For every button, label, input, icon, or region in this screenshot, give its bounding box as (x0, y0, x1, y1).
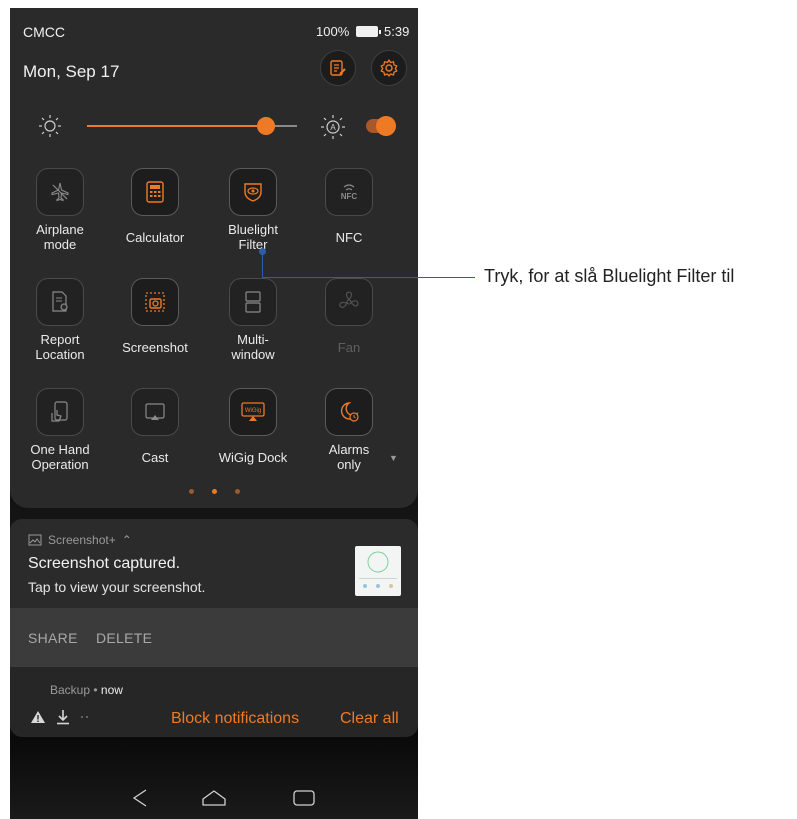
tile-airplane-mode[interactable]: Airplane mode (12, 168, 108, 278)
backup-separator: • (90, 683, 101, 697)
edit-button[interactable] (320, 50, 356, 86)
backup-app-name: Backup (50, 683, 91, 697)
tile-nfc[interactable]: NFC NFC (301, 168, 397, 278)
nfc-icon: NFC (325, 168, 373, 216)
clear-all-button[interactable]: Clear all (340, 710, 399, 728)
tile-multi-window[interactable]: Multi- window (205, 278, 301, 388)
tile-label: One Hand Operation (30, 442, 90, 472)
notification-app-name: Screenshot+ (48, 533, 116, 547)
auto-brightness-icon: A (321, 115, 345, 139)
tile-label: NFC (335, 230, 363, 245)
edit-icon (330, 60, 346, 76)
svg-text:NFC: NFC (341, 192, 358, 201)
quick-settings-panel: CMCC 100% 5:39 Mon, Sep 17 A Airplane mo… (10, 8, 418, 508)
share-button[interactable]: SHARE (28, 630, 78, 646)
eye-shield-icon (229, 168, 277, 216)
one-hand-icon (36, 388, 84, 436)
phone-screen: CMCC 100% 5:39 Mon, Sep 17 A Airplane mo… (10, 8, 418, 819)
callout-line-horizontal (262, 277, 475, 278)
cast-icon (131, 388, 179, 436)
back-button[interactable] (124, 784, 156, 812)
home-button[interactable] (198, 784, 230, 812)
status-clock: 5:39 (384, 24, 410, 39)
carrier-name: CMCC (23, 24, 65, 40)
brightness-low-icon (39, 115, 61, 137)
callout-line-vertical (262, 252, 263, 278)
tile-cast[interactable]: Cast (107, 388, 203, 498)
chevron-up-icon[interactable]: ⌃ (122, 533, 132, 547)
settings-button[interactable] (371, 50, 407, 86)
notification-title: Screenshot captured. (28, 555, 181, 572)
block-notifications-button[interactable]: Block notifications (171, 710, 299, 728)
brightness-slider[interactable] (87, 117, 297, 135)
notification-icons (30, 709, 90, 725)
calculator-icon (131, 168, 179, 216)
notification-actions: SHARE DELETE (10, 608, 418, 667)
tile-one-hand-operation[interactable]: One Hand Operation (12, 388, 108, 498)
navigation-bar (10, 776, 418, 819)
svg-text:WiGig: WiGig (245, 408, 261, 414)
backup-notification[interactable]: Backup • now Block notifications Clear a… (10, 667, 418, 737)
page-indicator (10, 489, 418, 494)
notification-text: Tap to view your screenshot. (28, 579, 206, 595)
multi-window-icon (229, 278, 277, 326)
tile-label: Calculator (125, 230, 185, 245)
tile-label: Airplane mode (36, 222, 84, 252)
tile-wigig-dock[interactable]: WiGig WiGig Dock (205, 388, 301, 498)
brightness-slider-thumb[interactable] (256, 117, 275, 135)
backup-time: now (100, 683, 123, 697)
airplane-icon (36, 168, 84, 216)
tile-label: Cast (141, 450, 169, 465)
alarms-only-icon (325, 388, 373, 436)
download-icon (57, 710, 69, 725)
tile-label: Screenshot (122, 340, 188, 355)
auto-brightness-toggle-knob (376, 116, 396, 136)
back-icon (132, 789, 147, 807)
tile-report-location[interactable]: Report Location (12, 278, 108, 388)
more-dots-icon (81, 716, 88, 718)
callout-text: Tryk, for at slå Bluelight Filter til (484, 266, 735, 286)
fan-icon (325, 278, 373, 326)
gear-icon (380, 59, 398, 77)
page-dot-active (211, 489, 217, 494)
tile-label: Report Location (35, 332, 85, 362)
page-dot (234, 489, 240, 494)
tile-label: Bluelight Filter (228, 222, 278, 252)
recents-button[interactable] (288, 784, 320, 812)
tile-calculator[interactable]: Calculator (107, 168, 203, 278)
tile-fan[interactable]: Fan (301, 278, 397, 388)
date-label: Mon, Sep 17 (23, 62, 120, 81)
wigig-dock-icon: WiGig (229, 388, 277, 436)
status-bar: CMCC 100% 5:39 (10, 8, 418, 48)
svg-text:A: A (330, 123, 336, 132)
screenshot-notification[interactable]: Screenshot+ ⌃ Screenshot captured. Tap t… (10, 519, 418, 667)
delete-button[interactable]: DELETE (96, 630, 152, 646)
home-icon (202, 790, 226, 806)
tile-screenshot[interactable]: Screenshot (107, 278, 203, 388)
notification-header: Screenshot+ ⌃ (28, 533, 132, 547)
tile-label: Fan (337, 340, 361, 355)
expand-arrow-icon[interactable]: ▼ (389, 453, 398, 463)
brightness-slider-fill (87, 125, 266, 127)
tile-label: Alarms only (328, 442, 370, 472)
battery-percent: 100% (316, 24, 350, 39)
auto-brightness-toggle[interactable] (366, 116, 396, 136)
tile-label: Multi- window (231, 332, 275, 362)
recents-icon (293, 790, 315, 806)
page-dot (188, 489, 194, 494)
battery-icon (356, 26, 381, 37)
tile-label: WiGig Dock (218, 450, 288, 465)
report-location-icon (36, 278, 84, 326)
screenshot-thumbnail[interactable] (355, 546, 401, 596)
backup-header: Backup • now (50, 683, 123, 697)
warning-icon (31, 711, 45, 723)
image-icon (28, 534, 42, 546)
tile-bluelight-filter[interactable]: Bluelight Filter (205, 168, 301, 278)
tile-alarms-only[interactable]: Alarms only (301, 388, 397, 498)
screenshot-icon (131, 278, 179, 326)
